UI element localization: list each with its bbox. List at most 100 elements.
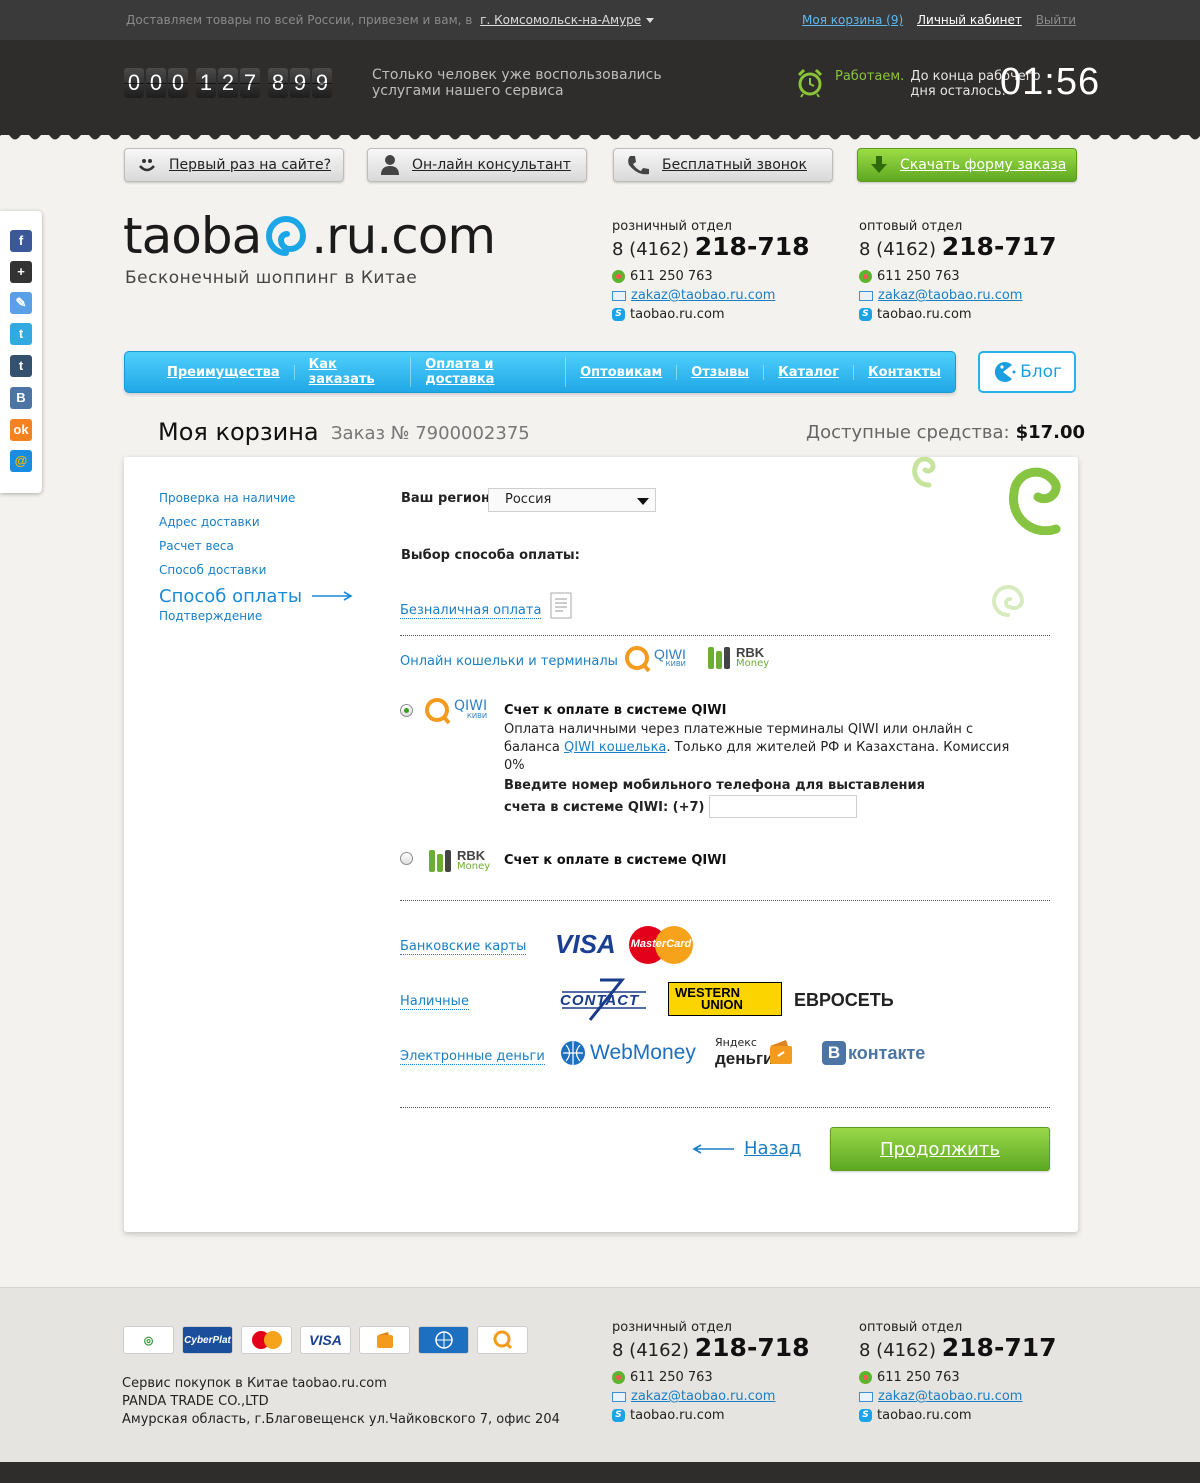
emoney-link[interactable]: Электронные деньги (400, 1049, 545, 1065)
step-address[interactable]: Адрес доставки (159, 515, 354, 539)
step-check[interactable]: Проверка на наличие (159, 491, 354, 515)
vkontakte-icon[interactable]: B (10, 387, 32, 409)
icq-number: 611 250 763 (630, 269, 713, 284)
blog-button[interactable]: Блог (978, 351, 1076, 393)
phone-icon (628, 156, 649, 175)
email-link[interactable]: zakaz@taobao.ru.com (878, 288, 1022, 303)
mailru-icon[interactable]: @ (10, 450, 32, 472)
visitor-counter: 000127899 (124, 68, 332, 98)
phone-number: 218-717 (941, 232, 1057, 261)
spiral-decoration-small (992, 585, 1025, 617)
back-link[interactable]: Назад (692, 1138, 802, 1159)
qiwi-icon (625, 646, 651, 673)
skype-name: taobao.ru.com (630, 1408, 725, 1423)
bookmark-icon[interactable]: ✎ (10, 292, 32, 314)
skype-name: taobao.ru.com (630, 307, 725, 322)
western-union-logo: WESTERN UNION (668, 982, 782, 1016)
nav-item[interactable]: Контакты (854, 365, 955, 380)
email-link[interactable]: zakaz@taobao.ru.com (631, 1389, 775, 1404)
counter-group: 127 (196, 68, 260, 98)
qiwi-wallet-link[interactable]: QIWI кошелька (564, 740, 666, 755)
rbk-option-title: Счет к оплате в системе QIWI (504, 853, 727, 868)
bank-cards-row: Банковские карты (400, 935, 527, 955)
sberbank-icon: ◎ (123, 1326, 174, 1354)
document-icon (550, 592, 572, 619)
google-plus-icon[interactable]: + (10, 261, 32, 283)
free-call-button[interactable]: Бесплатный звонок (613, 148, 833, 182)
icq-row: 611 250 763 (612, 269, 810, 284)
counter-digit: 2 (218, 68, 238, 98)
tumblr-icon[interactable]: t (10, 355, 32, 377)
mastercard-text: MasterCard (630, 938, 692, 950)
email-link[interactable]: zakaz@taobao.ru.com (631, 288, 775, 303)
webmoney-text: WebMoney (590, 1041, 696, 1064)
city-selector[interactable]: г. Комсомольск-на-Амуре (480, 13, 641, 27)
counter-digit: 0 (168, 68, 188, 98)
continue-button[interactable]: Продолжить (830, 1127, 1050, 1171)
phone-input[interactable] (709, 795, 857, 818)
webmoney-logo: WebMoney (560, 1040, 696, 1066)
step-payment-active[interactable]: Способ оплаты (159, 583, 354, 609)
rbk-radio[interactable] (400, 852, 413, 865)
icq-row: 611 250 763 (859, 269, 1057, 284)
twitter-icon[interactable]: t (10, 323, 32, 345)
skype-name: taobao.ru.com (877, 307, 972, 322)
user-links: Моя корзина (9) Личный кабинет Выйти (792, 13, 1076, 27)
yandex-icon (359, 1326, 410, 1354)
qiwi-option-logo: QIWI КИВИ (424, 697, 487, 725)
spiral-logo-icon (266, 216, 307, 256)
wholesale-contacts: оптовый отдел 8 (4162) 218-717 611 250 7… (859, 219, 1057, 322)
skype-icon: S (859, 308, 872, 321)
cash-link[interactable]: Наличные (400, 994, 469, 1010)
footer-wholesale-contacts: оптовый отдел 8 (4162) 218-717 611 250 7… (859, 1320, 1057, 1423)
arrow-left-icon (692, 1143, 734, 1154)
step-confirm[interactable]: Подтверждение (159, 609, 354, 633)
chevron-down-icon[interactable] (646, 18, 655, 23)
nav-item[interactable]: Оптовикам (566, 364, 678, 380)
odnoklassniki-icon[interactable]: ok (10, 419, 32, 441)
qiwi-icon (425, 698, 451, 725)
phone-code: 8 (4162) (612, 239, 690, 260)
phone-number: 218-717 (941, 1333, 1057, 1362)
online-wallets-label[interactable]: Онлайн кошельки и терминалы (400, 654, 618, 669)
region-select[interactable]: Россия (488, 488, 656, 512)
dropdown-arrow-icon[interactable] (637, 498, 649, 505)
phone-prompt-line1: Введите номер мобильного телефона для вы… (504, 778, 925, 793)
nav-item[interactable]: Отзывы (677, 364, 765, 380)
bank-cards-link[interactable]: Банковские карты (400, 939, 527, 955)
icq-row: 611 250 763 (859, 1370, 1057, 1385)
consultant-button[interactable]: Он-лайн консультант (367, 148, 587, 182)
counter-digit: 9 (290, 68, 310, 98)
qiwi-text: QIWI (454, 698, 488, 714)
cart-link[interactable]: Моя корзина (9) (802, 13, 903, 27)
step-weight[interactable]: Расчет веса (159, 539, 354, 563)
rbk-icon (429, 850, 451, 872)
yandex-text-2: деньги (715, 1049, 774, 1068)
first-time-button[interactable]: Первый раз на сайте? (124, 148, 344, 182)
rbk-logo: RBK Money (707, 645, 769, 671)
pacman-icon (994, 362, 1016, 382)
cashless-link[interactable]: Безналичная оплата (400, 603, 542, 619)
spiral-decoration-large (1009, 467, 1061, 535)
cabinet-link[interactable]: Личный кабинет (917, 13, 1022, 27)
nav-item[interactable]: Преимущества (153, 364, 295, 380)
contact-text: CONTACT (560, 992, 640, 1009)
nav-item[interactable]: Каталог (764, 364, 855, 380)
qiwi-icon (477, 1326, 528, 1354)
nav-item[interactable]: Как заказать (295, 357, 412, 387)
rbk-sub: Money (736, 658, 770, 669)
logout-link[interactable]: Выйти (1036, 13, 1076, 27)
logo-text-right: .ru.com (311, 207, 496, 265)
region-value: Россия (505, 492, 552, 507)
qiwi-radio[interactable] (400, 704, 413, 717)
wholesale-phone: 8 (4162) 218-717 (859, 1333, 1057, 1362)
icq-number: 611 250 763 (877, 269, 960, 284)
facebook-icon[interactable]: f (10, 230, 32, 252)
logo-text-left: taoba (123, 207, 262, 265)
yandex-wallet-icon (770, 1040, 792, 1064)
email-link[interactable]: zakaz@taobao.ru.com (878, 1389, 1022, 1404)
counter-caption: Столько человек уже воспользовались услу… (372, 67, 662, 99)
site-logo[interactable]: taoba .ru.com (123, 207, 496, 265)
download-form-button[interactable]: Скачать форму заказа (857, 148, 1077, 182)
nav-item[interactable]: Оплата и доставка (411, 357, 567, 387)
